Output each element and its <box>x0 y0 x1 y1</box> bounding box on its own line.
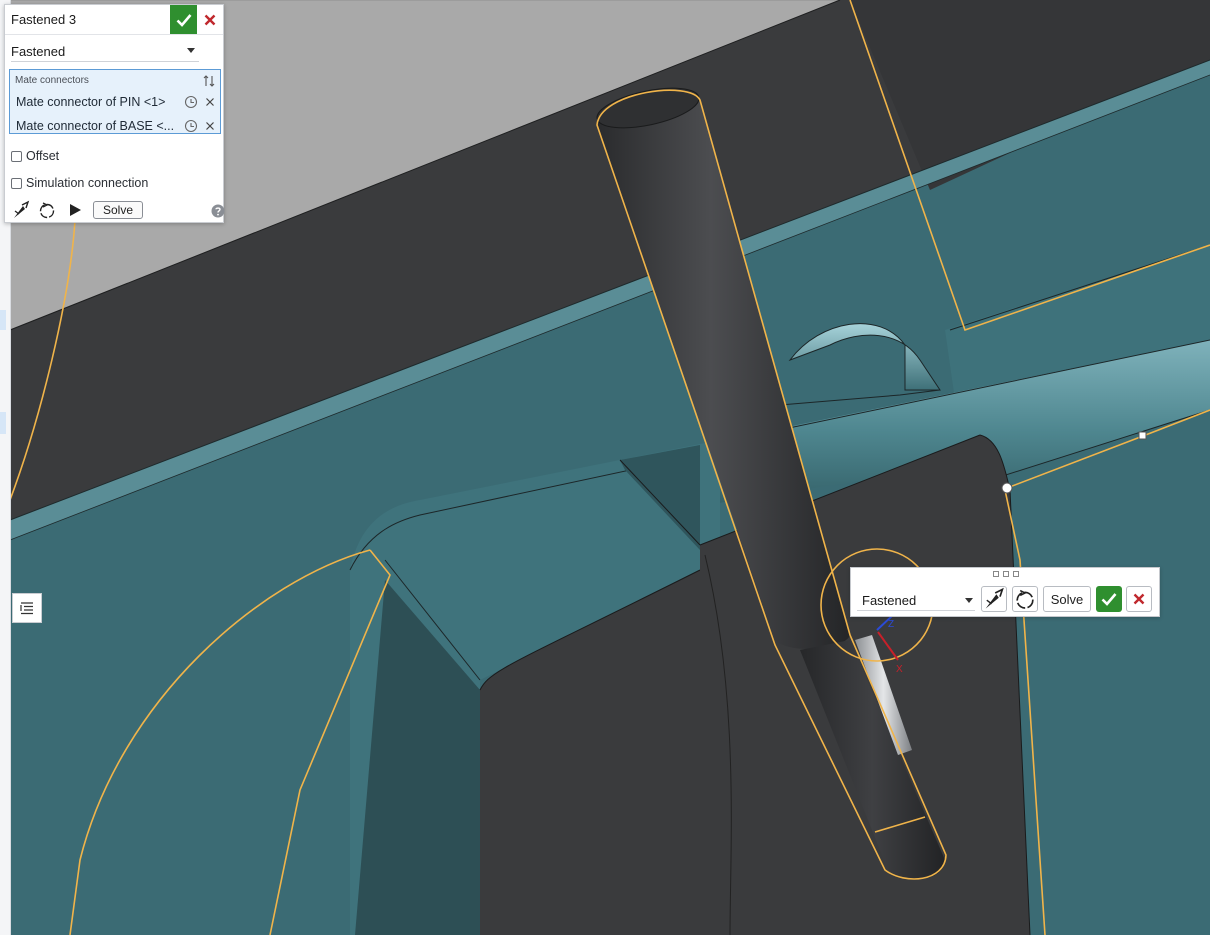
reorient-secondary-axis-icon[interactable] <box>37 200 57 220</box>
close-icon <box>1133 593 1145 605</box>
mate-connectors-label: Mate connectors <box>15 75 89 86</box>
check-icon <box>1101 593 1117 606</box>
mate-connectors-box[interactable]: Mate connectors Mate connector of PIN <1… <box>9 69 221 134</box>
flip-primary-axis-icon[interactable] <box>11 200 31 220</box>
feature-list-icon <box>20 602 33 615</box>
clock-icon[interactable] <box>184 119 198 133</box>
dialog-toolbar: Solve <box>9 199 225 221</box>
chevron-down-icon <box>965 598 973 603</box>
mate-type-dropdown[interactable]: Fastened <box>11 39 199 62</box>
dialog-header: Fastened 3 <box>5 5 223 35</box>
mate-connector-row[interactable]: Mate connector of BASE <... <box>15 116 217 136</box>
connector-handle[interactable] <box>1138 431 1147 440</box>
cancel-button[interactable] <box>197 5 223 34</box>
floating-cancel-button[interactable] <box>1126 586 1152 612</box>
reorient-secondary-axis-button[interactable] <box>1012 586 1038 612</box>
mate-feature-dialog: Fastened 3 Fastened Mate connectors Mate… <box>4 4 225 223</box>
floating-mate-toolbar: Fastened Solve <box>850 567 1160 617</box>
clock-icon[interactable] <box>184 95 198 109</box>
connector-point[interactable] <box>1001 482 1013 494</box>
floating-mate-type-dropdown[interactable]: Fastened <box>857 588 975 611</box>
reorient-secondary-axis-icon <box>1016 589 1034 609</box>
offset-label: Offset <box>26 149 60 163</box>
check-icon <box>176 13 191 27</box>
z-axis-label: Z <box>888 619 894 630</box>
feature-list-button[interactable] <box>12 593 42 623</box>
floating-mate-type-value: Fastened <box>862 593 917 608</box>
simulation-label: Simulation connection <box>26 176 149 190</box>
x-icon[interactable] <box>204 95 216 109</box>
play-icon[interactable] <box>65 200 85 220</box>
flip-primary-axis-button[interactable] <box>981 586 1007 612</box>
accept-button[interactable] <box>170 5 197 34</box>
sort-arrows-icon[interactable] <box>201 73 217 89</box>
mate-connector-row[interactable]: Mate connector of PIN <1> <box>15 92 217 112</box>
floating-accept-button[interactable] <box>1096 586 1122 612</box>
mate-type-value: Fastened <box>11 44 66 59</box>
x-icon[interactable] <box>204 119 216 133</box>
simulation-checkbox[interactable] <box>11 178 22 189</box>
mate-connector-label: Mate connector of PIN <1> <box>16 95 166 109</box>
panel-marker <box>0 412 6 434</box>
floating-solve-button[interactable]: Solve <box>1043 586 1091 612</box>
flip-primary-axis-icon <box>985 587 1004 609</box>
solve-button[interactable]: Solve <box>93 201 143 219</box>
offset-checkbox[interactable] <box>11 151 22 162</box>
drag-handle-icon[interactable] <box>993 571 1019 577</box>
mate-connector-label: Mate connector of BASE <... <box>16 119 175 133</box>
help-icon[interactable] <box>211 204 225 218</box>
chevron-down-icon <box>187 48 195 53</box>
x-axis-label: X <box>896 664 903 675</box>
close-icon <box>204 14 216 25</box>
dialog-title[interactable]: Fastened 3 <box>11 12 76 27</box>
panel-marker <box>0 310 6 330</box>
